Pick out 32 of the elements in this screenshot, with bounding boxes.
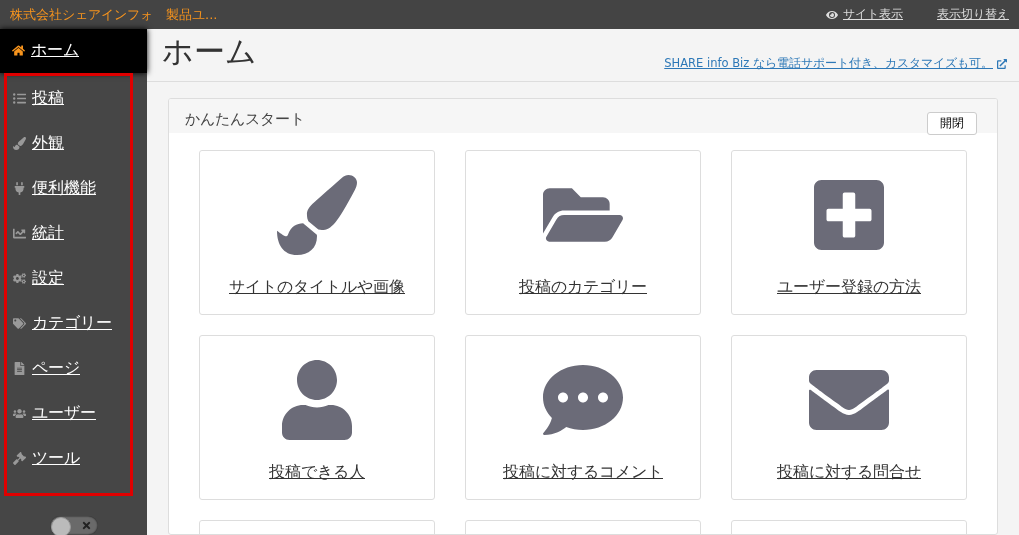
sidebar-item[interactable]: 便利機能 bbox=[7, 165, 130, 211]
tags-icon bbox=[13, 316, 26, 330]
gears-icon bbox=[13, 271, 26, 285]
users-icon bbox=[13, 406, 26, 420]
brush-icon bbox=[277, 175, 357, 255]
sidebar-item[interactable]: 統計 bbox=[7, 210, 130, 256]
brush-icon bbox=[13, 136, 26, 150]
sidebar-item[interactable]: 投稿 bbox=[7, 75, 130, 121]
page-title: ホーム bbox=[162, 32, 257, 71]
eye-icon bbox=[826, 8, 838, 21]
external-link-icon bbox=[997, 58, 1007, 69]
panel-title: かんたんスタート bbox=[185, 109, 305, 129]
sidebar-item[interactable]: 設定 bbox=[7, 255, 130, 301]
sidebar-item[interactable]: ツール bbox=[7, 435, 130, 481]
line-chart-icon bbox=[13, 226, 26, 240]
gavel-icon bbox=[13, 451, 26, 465]
view-site-link[interactable]: サイト表示 bbox=[826, 6, 903, 23]
promo-link[interactable]: SHARE info Biz なら電話サポート付き、カスタマイズも可。 bbox=[664, 56, 1007, 71]
plug-icon bbox=[13, 181, 26, 195]
document-icon bbox=[13, 361, 26, 375]
sidebar-item[interactable]: ホーム bbox=[0, 29, 147, 73]
collapse-button[interactable]: 開閉 bbox=[927, 111, 977, 135]
close-icon bbox=[80, 519, 92, 531]
list-icon bbox=[13, 91, 26, 105]
toggle-switch[interactable] bbox=[49, 515, 98, 535]
home-icon bbox=[12, 44, 25, 58]
sidebar-item[interactable]: カテゴリー bbox=[7, 300, 130, 346]
site-name[interactable]: 株式会社シェアインフォ 製品ユ... bbox=[10, 5, 218, 24]
switch-view-link[interactable]: 表示切り替え bbox=[937, 6, 1009, 23]
sidebar-item[interactable]: ユーザー bbox=[7, 390, 130, 436]
sidebar-item[interactable]: 外観 bbox=[7, 120, 130, 166]
sidebar-item[interactable]: ページ bbox=[7, 345, 130, 391]
